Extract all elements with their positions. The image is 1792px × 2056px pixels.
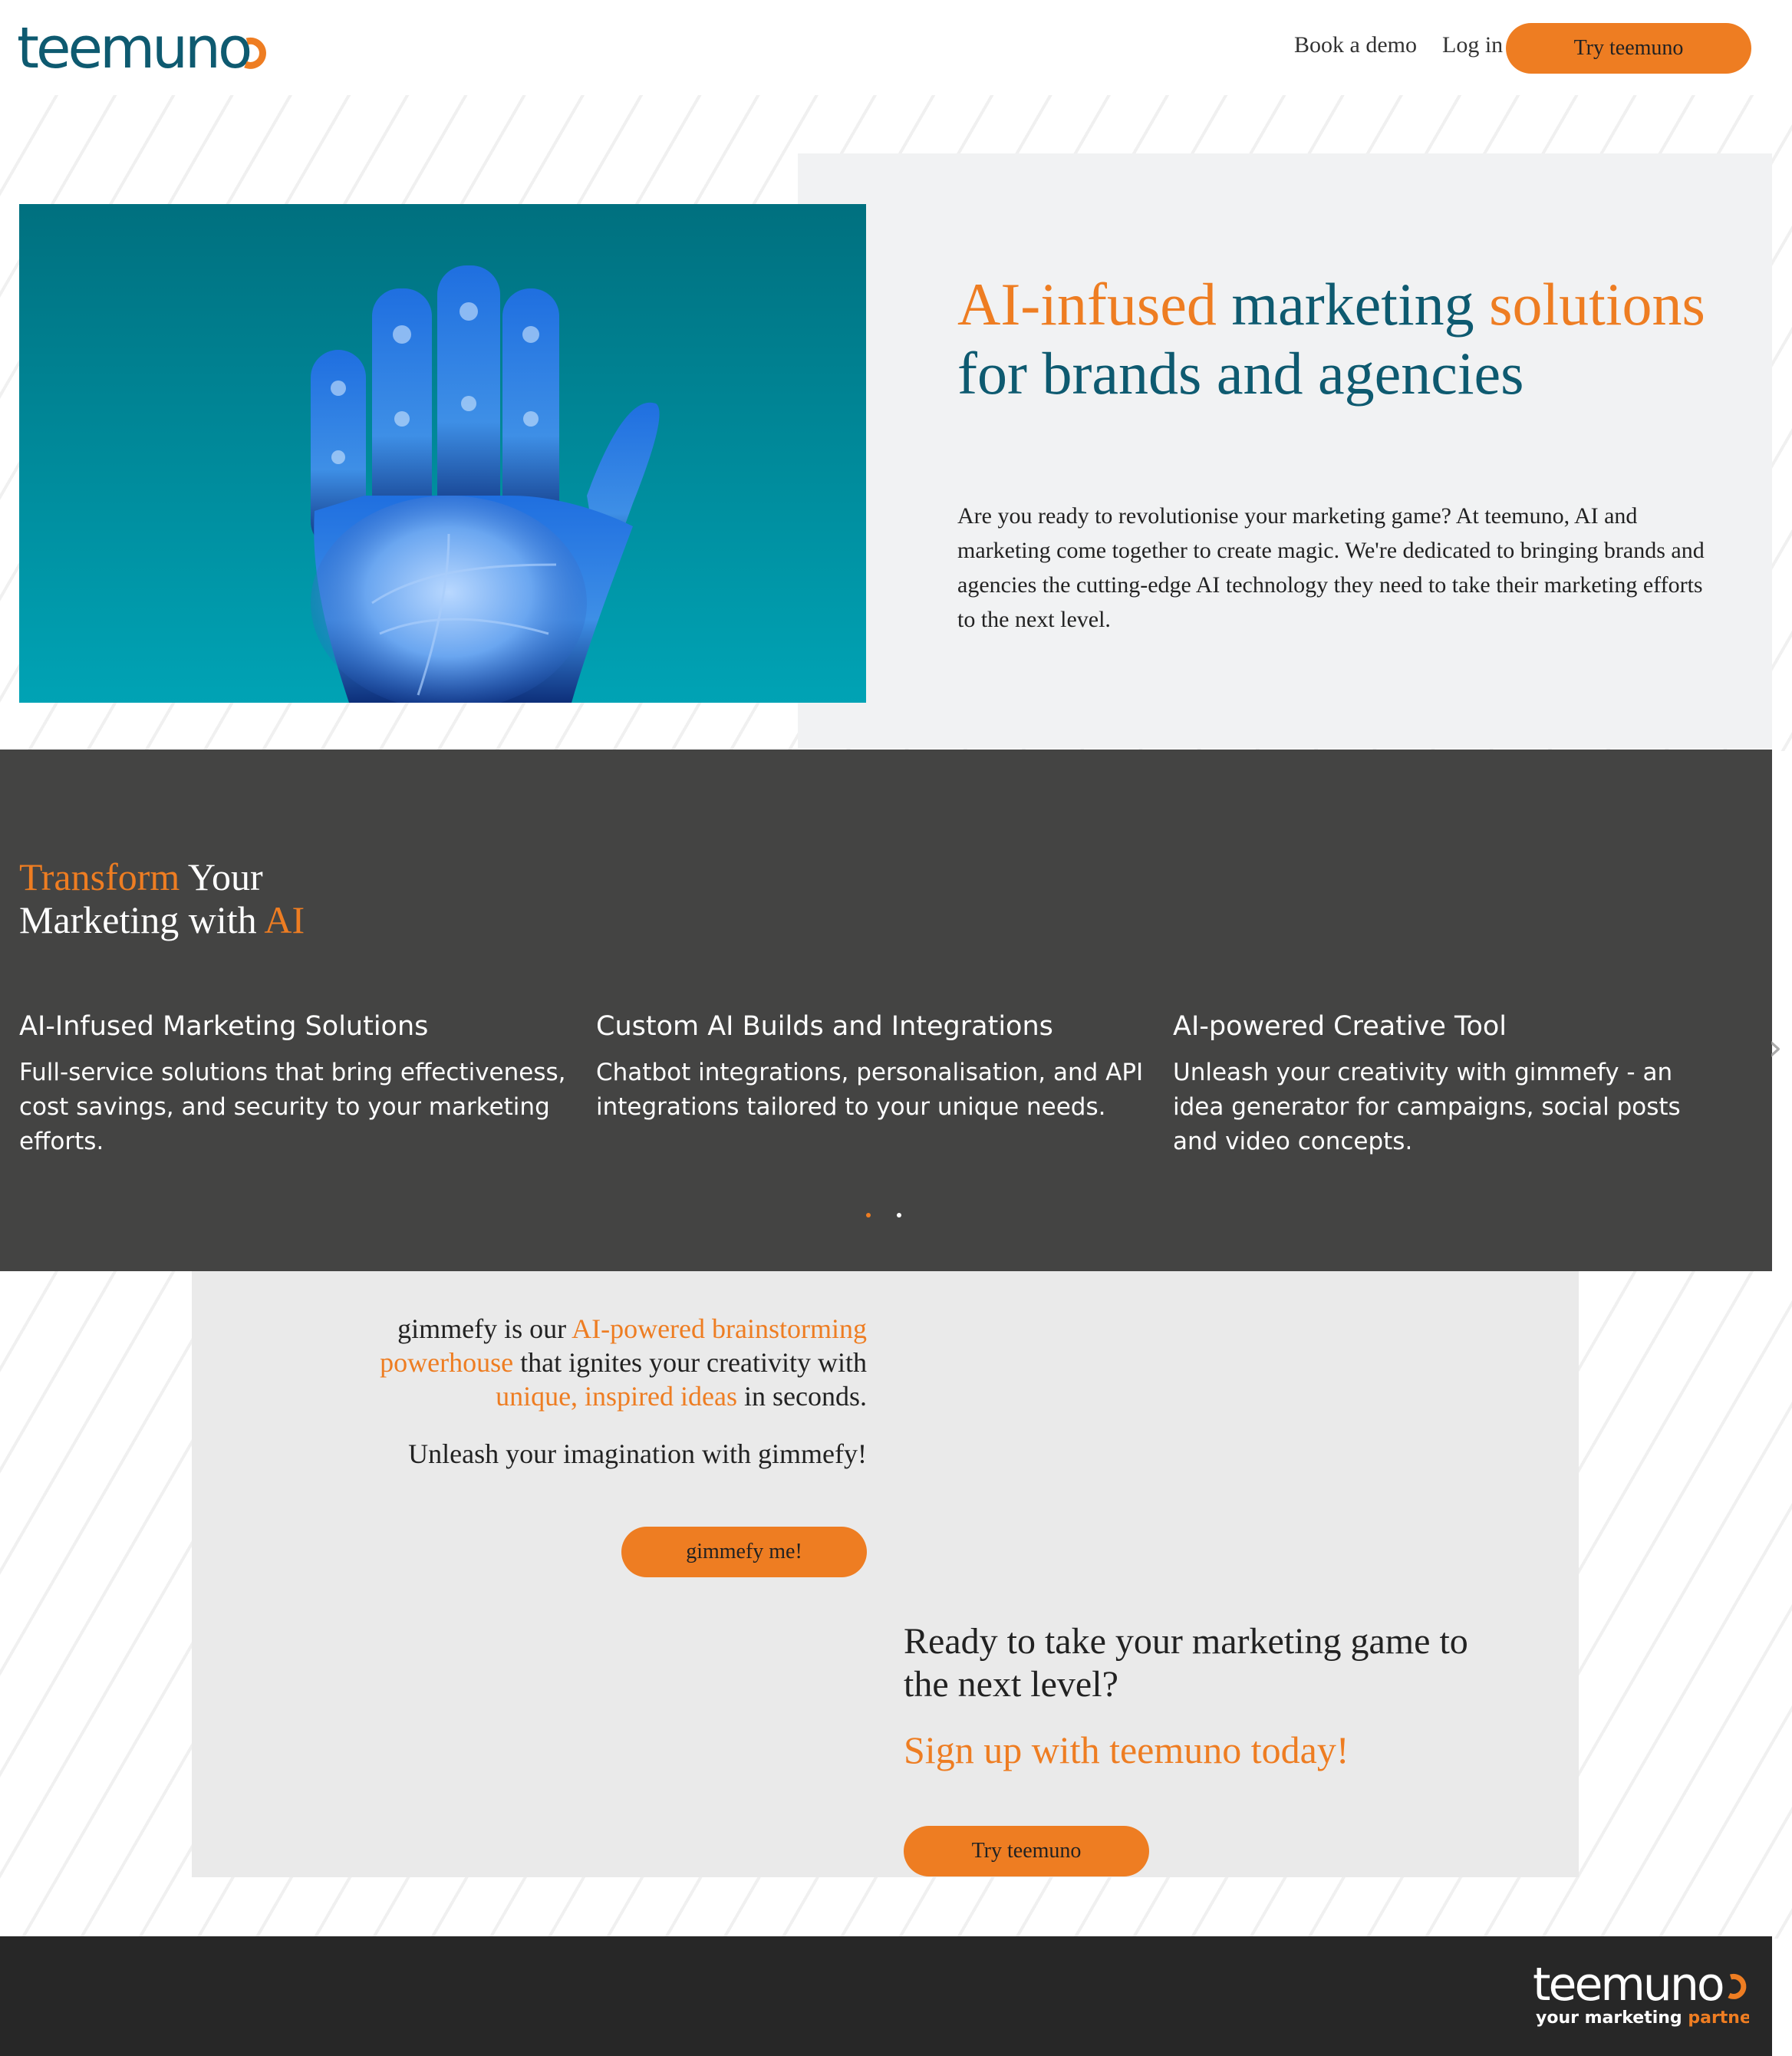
carousel-dot-active[interactable] (866, 1213, 871, 1217)
site-header: teemuno Book a demo Log in Try teemuno (0, 0, 1792, 95)
site-footer (0, 1936, 1772, 2056)
service-card-text: Unleash your creativity with gimmefy - a… (1173, 1059, 1681, 1155)
gimmefy-tagline: Unleash your imagination with gimmefy! (408, 1438, 867, 1469)
robotic-hand-image (19, 204, 866, 703)
svg-text:your marketing partner: your marketing partner (1536, 2008, 1749, 2028)
hero-description: Are you ready to revolutionise your mark… (957, 503, 1705, 632)
hero-panel (798, 153, 1772, 749)
carousel-next-arrow-icon[interactable]: › (1768, 1026, 1782, 1068)
gimmefy-description: gimmefy is our AI-powered brainstorming … (380, 1313, 867, 1412)
carousel-dot[interactable] (897, 1213, 901, 1217)
nav-log-in[interactable]: Log in (1442, 32, 1503, 58)
service-card-title: AI-Infused Marketing Solutions (19, 1011, 429, 1042)
signup-try-teemuno-button[interactable]: Try teemuno (904, 1826, 1149, 1876)
service-card-text: Chatbot integrations, personalisation, a… (596, 1059, 1144, 1121)
service-card-title: AI-powered Creative Tool (1173, 1011, 1507, 1042)
nav-book-demo[interactable]: Book a demo (1294, 32, 1417, 58)
gimmefy-me-button[interactable]: gimmefy me! (621, 1527, 867, 1577)
service-card-marketing-solutions: AI-Infused Marketing Solutions Full-serv… (19, 1011, 572, 1159)
services-title: Transform Your Marketing with AI (19, 855, 305, 941)
try-teemuno-button[interactable]: Try teemuno (1506, 23, 1751, 74)
services-section (0, 750, 1772, 1271)
signup-heading: Ready to take your marketing game to the… (904, 1621, 1468, 1705)
service-card-title: Custom AI Builds and Integrations (596, 1011, 1053, 1042)
svg-text:teemuno: teemuno (1533, 1960, 1723, 2012)
service-card-custom-ai: Custom AI Builds and Integrations Chatbo… (596, 1011, 1148, 1125)
signup-subheading: Sign up with teemuno today! (904, 1728, 1349, 1771)
svg-text:teemuno: teemuno (17, 20, 250, 77)
service-card-text: Full-service solutions that bring effect… (19, 1059, 566, 1155)
service-card-creative-tool: AI-powered Creative Tool Unleash your cr… (1173, 1011, 1725, 1159)
teemuno-logo[interactable]: teemuno (17, 15, 270, 81)
hero-title: AI-infused marketing solutions for brand… (957, 271, 1705, 407)
footer-logo[interactable]: teemuno your marketing partner (1533, 1958, 1760, 2029)
